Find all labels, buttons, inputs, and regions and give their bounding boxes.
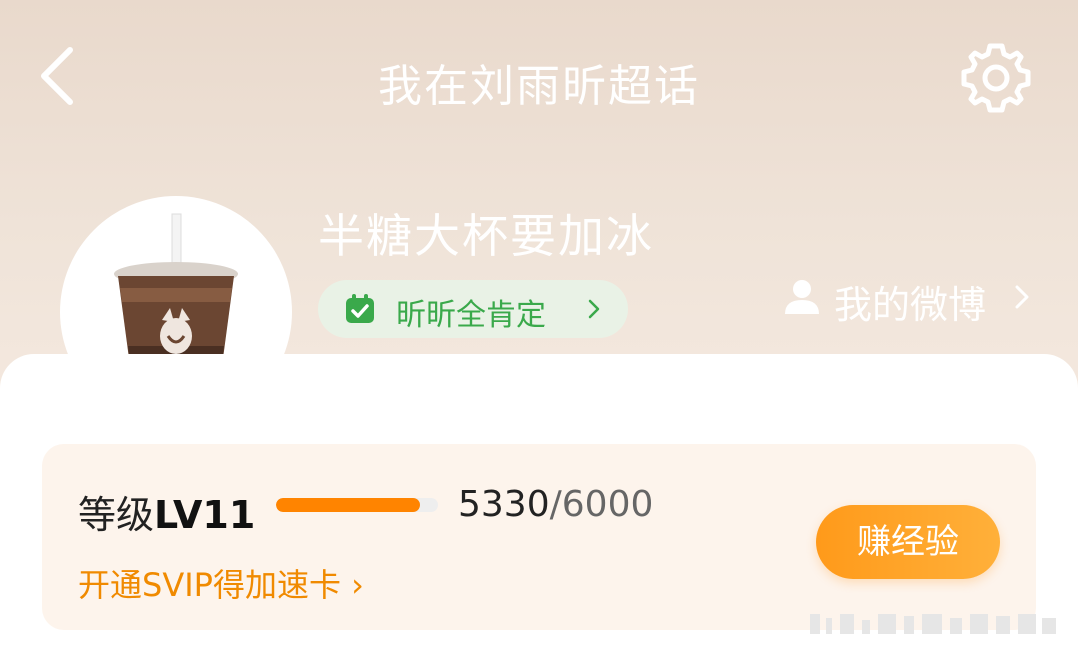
calendar-check-icon bbox=[346, 294, 374, 323]
top-bar: 我在刘雨昕超话 bbox=[0, 0, 1078, 150]
exp-separator: / bbox=[549, 484, 562, 525]
fan-badge-button[interactable]: 昕昕全肯定 bbox=[318, 280, 628, 338]
exp-max: 6000 bbox=[561, 484, 654, 525]
settings-button[interactable] bbox=[958, 40, 1034, 116]
level-value: LV11 bbox=[154, 493, 256, 537]
exp-counter: 5330/6000 bbox=[458, 484, 653, 525]
my-weibo-label: 我的微博 bbox=[834, 283, 987, 327]
level-text: 等级LV11 bbox=[78, 484, 255, 539]
earn-exp-button[interactable]: 赚经验 bbox=[816, 505, 1000, 579]
watermark-logo bbox=[810, 614, 1056, 634]
my-weibo-link[interactable]: 我的微博 bbox=[782, 272, 1042, 327]
svip-link[interactable]: 开通SVIP得加速卡 › bbox=[78, 560, 364, 606]
exp-current: 5330 bbox=[458, 484, 550, 525]
username: 半糖大杯要加冰 bbox=[318, 209, 654, 263]
person-icon bbox=[785, 280, 819, 314]
chevron-right-icon bbox=[588, 299, 600, 319]
page-title: 我在刘雨昕超话 bbox=[378, 61, 700, 112]
chevron-right-icon bbox=[1015, 285, 1029, 309]
exp-progress-fill bbox=[276, 498, 420, 512]
level-label: 等级 bbox=[78, 493, 155, 537]
settings-gear-icon bbox=[961, 43, 1031, 113]
exp-progress-bar bbox=[276, 498, 438, 512]
badge-label: 昕昕全肯定 bbox=[396, 298, 546, 333]
